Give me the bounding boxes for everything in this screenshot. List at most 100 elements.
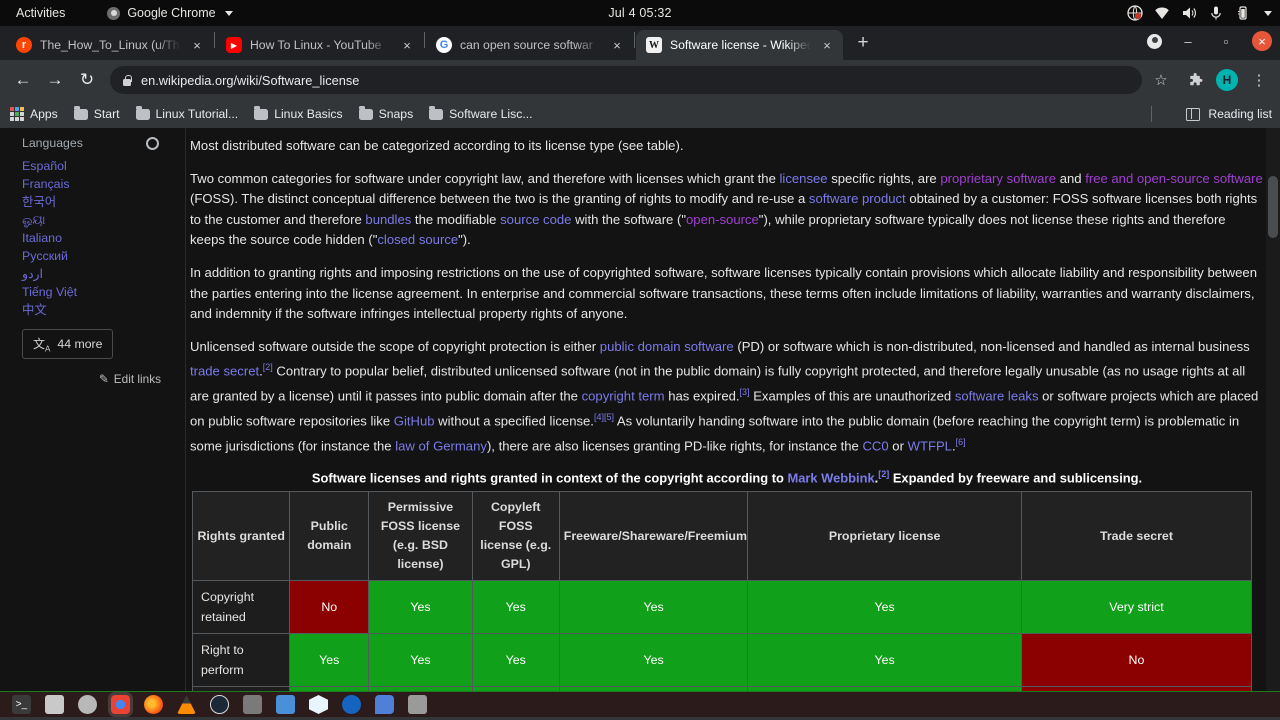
- scrollbar-thumb[interactable]: [1268, 176, 1278, 238]
- lock-icon: [122, 74, 132, 86]
- tab-google-search[interactable]: G can open source softwar ×: [426, 30, 633, 60]
- cell-r2-c5: No: [1020, 686, 1253, 691]
- forward-button[interactable]: →: [40, 65, 70, 95]
- reference-marker[interactable]: [2]: [878, 469, 889, 479]
- edit-links-button[interactable]: ✎ Edit links: [22, 372, 171, 386]
- profile-icon[interactable]: [1147, 33, 1162, 49]
- language-item-ru[interactable]: Русский: [22, 247, 171, 265]
- new-tab-button[interactable]: +: [849, 30, 877, 58]
- archive-icon[interactable]: [408, 695, 427, 714]
- bookmark-label: Start: [93, 107, 120, 121]
- reference-marker[interactable]: [2]: [263, 362, 273, 372]
- language-item-ko[interactable]: 한국어: [22, 193, 171, 211]
- extensions-puzzle-icon[interactable]: [1182, 67, 1208, 93]
- bookmark-snaps[interactable]: Snaps: [358, 106, 413, 121]
- youtube-icon: ▶: [226, 37, 242, 53]
- app-menu-chrome[interactable]: Google Chrome: [107, 6, 233, 20]
- back-button[interactable]: ←: [8, 65, 38, 95]
- article-link[interactable]: closed source: [377, 232, 458, 247]
- address-bar[interactable]: en.wikipedia.org/wiki/Software_license: [110, 66, 1142, 94]
- language-item-or[interactable]: ஓୟା: [22, 211, 171, 229]
- firefox-icon[interactable]: [144, 695, 163, 714]
- bookmark-software-lisc[interactable]: Software Lisc...: [429, 106, 533, 121]
- article-link[interactable]: public domain software: [600, 339, 734, 354]
- language-item-ur[interactable]: اردو: [22, 265, 171, 283]
- tab-close-button[interactable]: ×: [609, 38, 625, 53]
- tab-close-button[interactable]: ×: [399, 38, 415, 53]
- chevron-down-icon: [224, 10, 233, 16]
- tab-reddit[interactable]: r The_How_To_Linux (u/Th ×: [6, 30, 213, 60]
- cell-r2-c4: Yes: [747, 686, 1022, 691]
- gnome-top-bar: Activities Google Chrome Jul 4 05:32: [0, 0, 1280, 26]
- close-window-button[interactable]: ×: [1252, 31, 1272, 51]
- reference-marker[interactable]: [3]: [740, 387, 750, 397]
- activities-button[interactable]: Activities: [10, 6, 71, 20]
- table-head: Rights granted Public domain Permissive FO…: [191, 491, 1253, 582]
- files-icon[interactable]: [45, 695, 64, 714]
- article-link-visited[interactable]: free and open-source software: [1085, 171, 1263, 186]
- article-link[interactable]: WTFPL: [908, 439, 952, 454]
- settings-icon[interactable]: [276, 695, 295, 714]
- language-item-es[interactable]: Español: [22, 157, 171, 175]
- messages-icon[interactable]: [375, 695, 394, 714]
- photos-icon[interactable]: [243, 695, 262, 714]
- vlc-icon[interactable]: [177, 695, 196, 714]
- system-tray[interactable]: [1127, 5, 1272, 21]
- gear-icon[interactable]: [146, 136, 159, 150]
- article-link[interactable]: law of Germany: [395, 439, 487, 454]
- reload-button[interactable]: ↻: [72, 65, 102, 95]
- language-item-zh[interactable]: 中文: [22, 301, 171, 319]
- article-link[interactable]: GitHub: [394, 414, 435, 429]
- tab-close-button[interactable]: ×: [189, 38, 205, 53]
- reference-marker[interactable]: [6]: [956, 437, 966, 447]
- article-link[interactable]: licensee: [780, 171, 828, 186]
- cell-r1-c0: Yes: [289, 633, 370, 688]
- article-content: Most distributed software can be categor…: [186, 128, 1280, 691]
- vscode-icon[interactable]: [309, 695, 328, 714]
- language-item-vi[interactable]: Tiếng Việt: [22, 283, 171, 301]
- row-header-link[interactable]: Copyright: [201, 590, 254, 604]
- article-link[interactable]: copyright term: [582, 389, 665, 404]
- column-header-4: Freeware/Shareware/Freemium: [558, 491, 749, 582]
- avatar[interactable]: H: [1216, 69, 1238, 91]
- article-link[interactable]: trade secret: [190, 364, 259, 379]
- steam-icon[interactable]: [210, 695, 229, 714]
- chevron-down-icon-tray[interactable]: [1264, 10, 1272, 16]
- column-header-2: Permissive FOSS license (e.g. BSD licens…: [368, 491, 473, 582]
- system-clock[interactable]: Jul 4 05:32: [608, 6, 671, 20]
- bookmark-linux-tutorial[interactable]: Linux Tutorial...: [135, 106, 238, 121]
- reading-list-button[interactable]: Reading list: [1186, 107, 1272, 121]
- tab-wikipedia-software-license[interactable]: W Software license - Wikiped ×: [636, 30, 843, 60]
- thunderbird-icon[interactable]: [342, 695, 361, 714]
- article-link[interactable]: bundles: [365, 212, 411, 227]
- article-link[interactable]: Mark Webbink: [787, 470, 874, 485]
- more-languages-button[interactable]: 文A 44 more: [22, 329, 114, 360]
- tab-youtube[interactable]: ▶ How To Linux - YouTube ×: [216, 30, 423, 60]
- reference-marker[interactable]: [4][5]: [594, 412, 614, 422]
- bookmarks-bar: Apps Start Linux Tutorial... Linux Basic…: [0, 100, 1280, 128]
- disks-icon[interactable]: [78, 695, 97, 714]
- microphone-icon: [1211, 6, 1221, 20]
- bookmark-star-icon[interactable]: ☆: [1148, 67, 1174, 93]
- column-header-word: FOSS: [498, 519, 533, 534]
- minimize-button[interactable]: –: [1176, 29, 1200, 53]
- article-link-visited[interactable]: open-source: [686, 212, 759, 227]
- tab-close-button[interactable]: ×: [819, 38, 835, 53]
- terminal-icon[interactable]: >_: [12, 695, 31, 714]
- maximize-button[interactable]: ▫: [1214, 29, 1238, 53]
- bookmark-apps[interactable]: Apps: [10, 107, 58, 121]
- article-link-visited[interactable]: proprietary software: [940, 171, 1056, 186]
- article-link[interactable]: source code: [500, 212, 571, 227]
- language-item-it[interactable]: Italiano: [22, 229, 171, 247]
- language-item-fr[interactable]: Français: [22, 175, 171, 193]
- reading-list-icon: [1186, 107, 1201, 121]
- page-scrollbar[interactable]: [1266, 128, 1280, 691]
- article-link[interactable]: software product: [809, 191, 906, 206]
- bookmark-start[interactable]: Start: [73, 106, 120, 121]
- chrome-icon[interactable]: [111, 695, 130, 714]
- chrome-menu-button[interactable]: ⋮: [1246, 67, 1272, 93]
- article-link[interactable]: CC0: [862, 439, 888, 454]
- languages-title: Languages: [22, 136, 83, 150]
- article-link[interactable]: software leaks: [955, 389, 1039, 404]
- bookmark-linux-basics[interactable]: Linux Basics: [254, 106, 343, 121]
